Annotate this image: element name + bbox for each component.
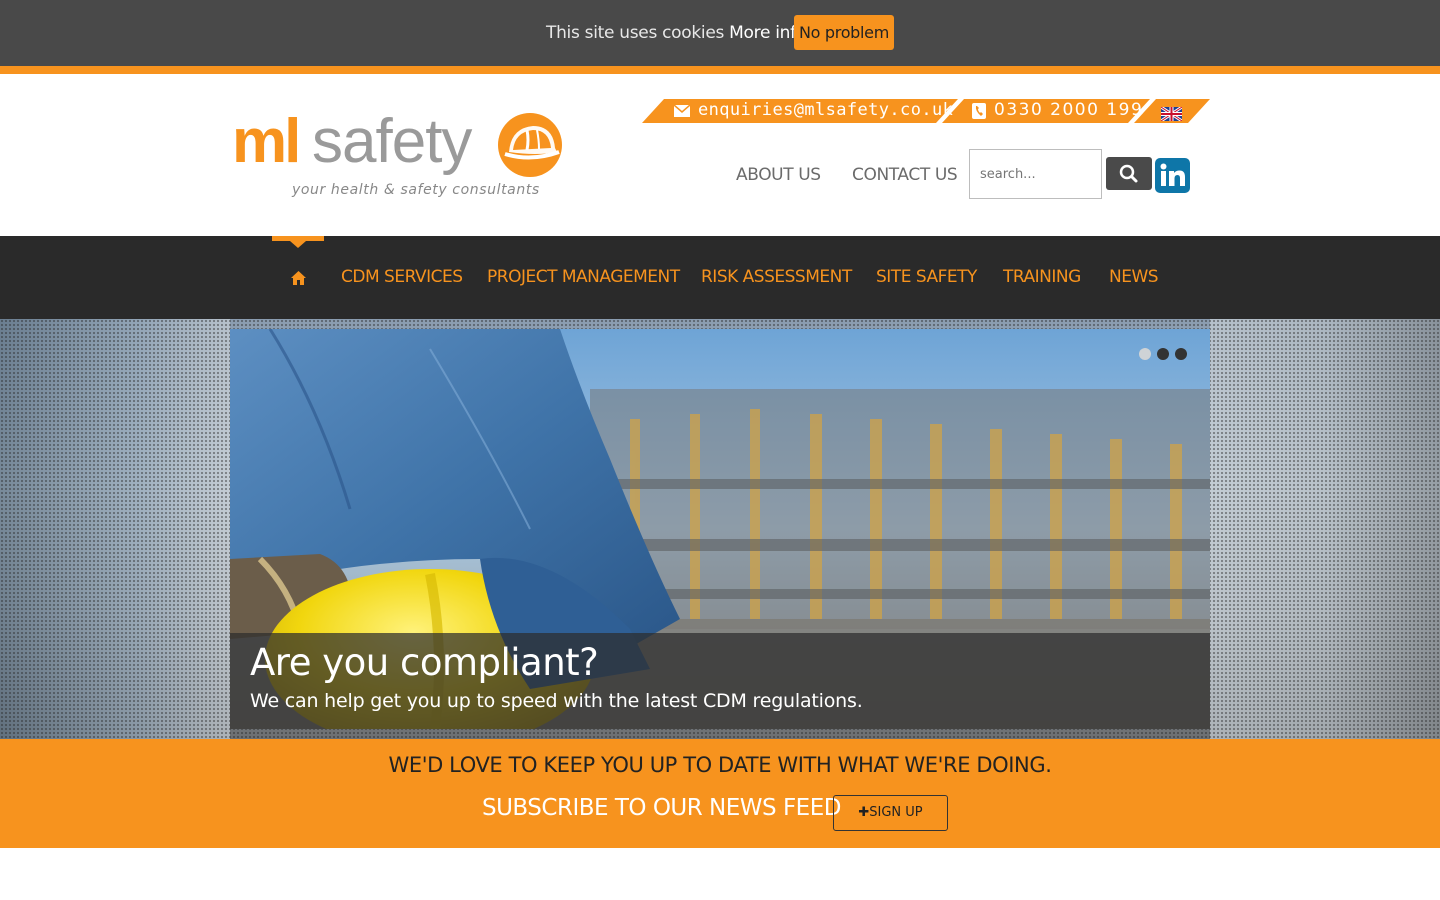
search-icon [1119,164,1138,183]
cookie-bar: This site uses cookies More info No prob… [0,0,1440,66]
slide-dot-1[interactable] [1139,348,1151,360]
header-accent-line [0,66,1440,74]
plus-icon: ✚ [858,805,870,820]
cookie-text: This site uses cookies [546,23,725,43]
nav-cdm-services[interactable]: CDM SERVICES [341,267,463,287]
site-logo[interactable]: ml safety your health & safety consultan… [232,108,572,208]
contact-strip: enquiries@mlsafety.co.uk 0330 2000 199 [642,99,1210,123]
subscribe-banner: WE'D LOVE TO KEEP YOU UP TO DATE WITH WH… [0,739,1440,848]
about-us-link[interactable]: ABOUT US [736,165,821,185]
email-link[interactable]: enquiries@mlsafety.co.uk [698,100,953,120]
phone-icon [972,103,986,119]
active-tab-arrow [290,241,306,248]
search-button[interactable] [1106,157,1152,190]
logo-tagline: your health & safety consultants [292,182,540,198]
main-navigation: CDM SERVICES PROJECT MANAGEMENT RISK ASS… [0,236,1440,319]
search-input[interactable] [969,149,1102,199]
linkedin-icon [1160,163,1185,186]
subscribe-headline: WE'D LOVE TO KEEP YOU UP TO DATE WITH WH… [388,753,1052,777]
logo-safety: safety [312,107,472,176]
slide-dot-3[interactable] [1175,348,1187,360]
cookie-accept-button[interactable]: No problem [794,15,894,50]
logo-ml: ml [232,107,301,176]
slide-dot-2[interactable] [1157,348,1169,360]
home-icon[interactable] [290,270,307,286]
hard-hat-logo-icon [498,113,562,177]
cookie-message: This site uses cookies More info [546,23,806,43]
uk-flag-icon[interactable] [1161,107,1182,121]
slide-caption: Are you compliant? We can help get you u… [230,633,1210,729]
hero-section: Are you compliant? We can help get you u… [0,319,1440,739]
slide-subtitle: We can help get you up to speed with the… [250,690,863,712]
subscribe-label: SUBSCRIBE TO OUR NEWS FEED [482,795,841,821]
phone-link[interactable]: 0330 2000 199 [994,100,1143,120]
hero-slide[interactable]: Are you compliant? We can help get you u… [230,329,1210,729]
slide-title: Are you compliant? [250,641,599,684]
nav-risk-assessment[interactable]: RISK ASSESSMENT [701,267,852,287]
nav-news[interactable]: NEWS [1109,267,1159,287]
linkedin-button[interactable] [1155,158,1190,193]
sign-up-button[interactable]: ✚SIGN UP [833,795,948,831]
nav-project-management[interactable]: PROJECT MANAGEMENT [487,267,680,287]
envelope-icon [674,105,690,117]
contact-us-link[interactable]: CONTACT US [852,165,958,185]
nav-site-safety[interactable]: SITE SAFETY [876,267,977,287]
nav-training[interactable]: TRAINING [1003,267,1081,287]
sign-up-label: SIGN UP [869,805,923,820]
